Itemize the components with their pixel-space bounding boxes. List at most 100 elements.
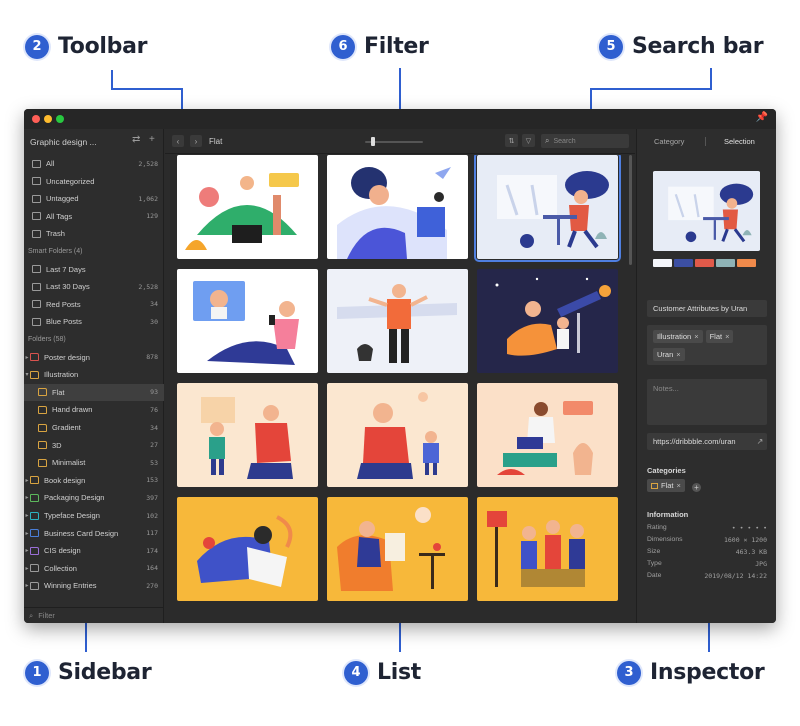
sidebar-item-count: 30 — [150, 317, 158, 326]
folder-item[interactable]: Minimalist 53 — [24, 454, 164, 471]
smart-folder-item[interactable]: Last 7 Days — [24, 261, 164, 278]
folder-item[interactable]: ▸ CIS design 174 — [24, 542, 164, 559]
folder-item[interactable]: 3D 27 — [24, 437, 164, 454]
slider-handle[interactable] — [371, 137, 375, 146]
pin-icon[interactable]: 📌 — [756, 112, 768, 123]
add-category-button[interactable]: + — [691, 482, 701, 492]
sidebar-item[interactable]: Trash — [24, 225, 164, 242]
sidebar-item-count: 270 — [146, 581, 158, 590]
image-thumbnail[interactable] — [177, 155, 318, 259]
folder-item[interactable]: ▸ Collection 164 — [24, 560, 164, 577]
image-thumbnail[interactable] — [327, 497, 468, 601]
connector-line — [710, 68, 712, 90]
url-field[interactable]: https://dribbble.com/uran ↗ — [647, 433, 767, 450]
color-swatch[interactable] — [737, 259, 756, 267]
filter-button[interactable]: ▽ — [522, 134, 535, 147]
image-thumbnail[interactable] — [477, 383, 618, 487]
sidebar-filter[interactable]: ⌕ Filter — [24, 607, 164, 623]
sidebar-item-label: Untagged — [46, 194, 79, 204]
collection-icon — [32, 282, 41, 291]
tag-label: Uran — [657, 349, 674, 359]
sidebar-item[interactable]: Untagged 1,062 — [24, 190, 164, 207]
tag-chip[interactable]: Flat × — [705, 330, 734, 343]
forward-button[interactable]: › — [190, 135, 202, 147]
info-value: 1600 × 1200 — [723, 536, 767, 544]
info-label: Type — [647, 560, 662, 567]
add-icon[interactable]: + — [149, 134, 155, 145]
rating-stars[interactable]: • • • • • — [732, 524, 767, 532]
minimize-window-button[interactable] — [44, 115, 52, 123]
image-thumbnail[interactable] — [327, 269, 468, 373]
sidebar-item-label: Uncategorized — [46, 176, 95, 186]
sidebar-item-label: Minimalist — [52, 458, 86, 468]
library-title[interactable]: Graphic design ... — [30, 137, 97, 147]
close-window-button[interactable] — [32, 115, 40, 123]
color-swatch[interactable] — [653, 259, 672, 267]
tag-chip[interactable]: Illustration × — [653, 330, 703, 343]
remove-tag-icon[interactable]: × — [694, 332, 698, 341]
folder-item[interactable]: ▸ Packaging Design 397 — [24, 489, 164, 506]
callout-badge: 6 — [331, 34, 355, 59]
image-name-field[interactable]: Customer Attributes by Uran — [647, 300, 767, 317]
url-text: https://dribbble.com/uran — [653, 437, 736, 446]
sidebar-item-count: 53 — [150, 458, 158, 467]
list-scrollbar[interactable] — [629, 155, 632, 265]
folder-icon — [30, 546, 39, 555]
image-thumbnail[interactable] — [327, 383, 468, 487]
folder-item[interactable]: ▸ Typeface Design 102 — [24, 507, 164, 524]
back-button[interactable]: ‹ — [172, 135, 184, 147]
folder-item[interactable]: Flat 93 — [24, 383, 164, 401]
sidebar-item-count: 164 — [146, 564, 158, 573]
folder-item[interactable]: Gradient 34 — [24, 419, 164, 436]
folder-item[interactable]: Hand drawn 76 — [24, 401, 164, 418]
search-input[interactable] — [553, 137, 618, 145]
image-thumbnail[interactable] — [477, 269, 618, 373]
sidebar-item-label: Packaging Design — [44, 493, 105, 503]
sidebar-item-label: Gradient — [52, 423, 81, 432]
tag-label: Illustration — [657, 332, 692, 341]
folder-item[interactable]: ▸ Winning Entries 270 — [24, 577, 164, 594]
color-swatch[interactable] — [695, 259, 714, 267]
open-link-icon[interactable]: ↗ — [753, 437, 767, 446]
color-swatch[interactable] — [716, 259, 735, 267]
sidebar-item[interactable]: Uncategorized — [24, 173, 164, 190]
image-thumbnail[interactable] — [327, 155, 468, 259]
connector-line — [111, 70, 113, 90]
smart-folder-item[interactable]: Last 30 Days 2,528 — [24, 278, 164, 295]
search-bar[interactable]: ⌕ — [541, 134, 629, 148]
remove-tag-icon[interactable]: × — [725, 332, 729, 341]
folder-item[interactable]: ▸ Business Card Design 117 — [24, 525, 164, 542]
smart-folder-item[interactable]: Red Posts 34 — [24, 296, 164, 313]
folder-item[interactable]: ▸ Poster design 878 — [24, 349, 164, 366]
folder-item[interactable]: ▸ Book design 153 — [24, 472, 164, 489]
sidebar-item[interactable]: All Tags 129 — [24, 208, 164, 225]
sidebar-item-count: 174 — [146, 546, 158, 555]
tag-chip[interactable]: Uran × — [653, 347, 685, 361]
remove-tag-icon[interactable]: × — [676, 350, 680, 359]
sidebar-item-count: 34 — [150, 300, 158, 309]
image-thumbnail[interactable] — [177, 269, 318, 373]
smart-folder-item[interactable]: Blue Posts 30 — [24, 313, 164, 330]
image-thumbnail[interactable] — [177, 497, 318, 601]
info-rating: Rating • • • • • — [647, 524, 767, 532]
image-thumbnail[interactable] — [177, 383, 318, 487]
callout-search: 5 Search bar — [599, 34, 764, 59]
sidebar-filter-input[interactable]: Filter — [38, 611, 55, 620]
search-icon: ⌕ — [545, 136, 550, 145]
image-thumbnail-selected[interactable] — [474, 155, 621, 262]
sidebar-section-header: Smart Folders (4) — [28, 248, 83, 255]
zoom-window-button[interactable] — [56, 115, 64, 123]
category-chip[interactable]: Flat × — [647, 479, 685, 492]
remove-category-icon[interactable]: × — [677, 481, 681, 490]
sort-button[interactable]: ⇅ — [505, 134, 518, 147]
sidebar-item[interactable]: All 2,528 — [24, 155, 164, 172]
tab-category[interactable]: Category — [654, 137, 684, 146]
swap-library-icon[interactable]: ⇄ — [132, 134, 140, 145]
tags-field[interactable]: Illustration × Flat × Uran × — [647, 325, 767, 365]
folder-item[interactable]: ▾ Illustration — [24, 366, 164, 383]
tab-selection[interactable]: Selection — [724, 137, 755, 146]
notes-field[interactable]: Notes... — [647, 379, 767, 425]
image-thumbnail[interactable] — [477, 497, 618, 601]
color-swatch[interactable] — [674, 259, 693, 267]
callout-badge: 4 — [344, 660, 368, 685]
